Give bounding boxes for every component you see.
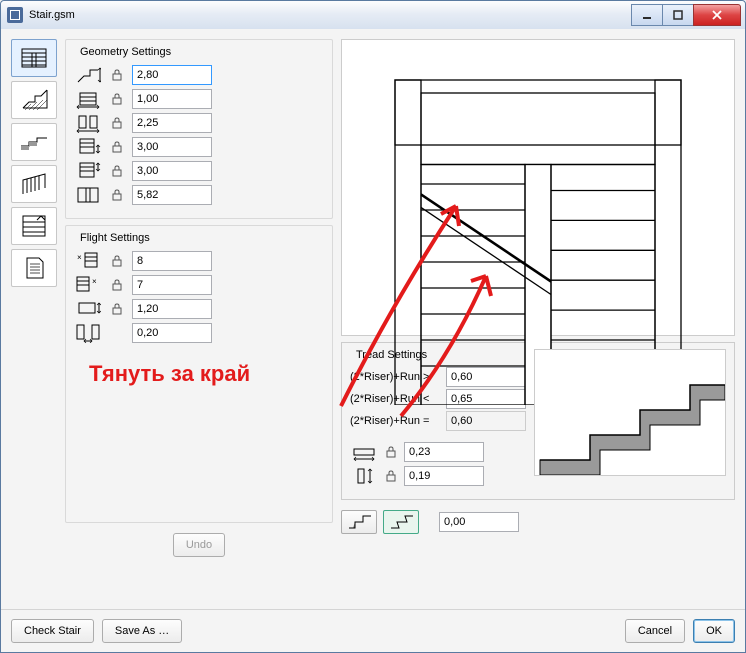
geom-input-4[interactable]: 3,00 bbox=[132, 161, 212, 181]
geom-input-2[interactable]: 2,25 bbox=[132, 113, 212, 133]
cancel-button[interactable]: Cancel bbox=[625, 619, 685, 643]
geom-row-0: 2,80 bbox=[74, 64, 324, 86]
geom-input-3[interactable]: 3,00 bbox=[132, 137, 212, 157]
flight-title: Flight Settings bbox=[76, 232, 154, 244]
nosing-style-b-button[interactable] bbox=[383, 510, 419, 534]
mode-section-button[interactable] bbox=[11, 81, 57, 119]
close-button[interactable] bbox=[693, 4, 741, 26]
titlebar: Stair.gsm bbox=[1, 1, 745, 30]
section-preview[interactable] bbox=[534, 349, 726, 476]
lower-depth-icon bbox=[74, 136, 102, 158]
formula-output-2: 0,60 bbox=[446, 411, 526, 431]
settings-panel: Geometry Settings 2,80 1,00 2,25 bbox=[65, 39, 333, 642]
ok-button[interactable]: OK bbox=[693, 619, 735, 643]
mode-railing-button[interactable] bbox=[11, 165, 57, 203]
app-icon bbox=[7, 7, 23, 23]
flight-input-3[interactable]: 0,20 bbox=[132, 323, 212, 343]
flight-input-2[interactable]: 1,20 bbox=[132, 299, 212, 319]
check-stair-button[interactable]: Check Stair bbox=[11, 619, 94, 643]
landing-depth-icon bbox=[74, 298, 102, 320]
mode-side-button[interactable] bbox=[11, 123, 57, 161]
flight-row-2: 1,20 bbox=[74, 298, 324, 320]
svg-text:×: × bbox=[77, 253, 82, 262]
plan-preview[interactable] bbox=[341, 39, 735, 336]
run-icon bbox=[350, 441, 378, 463]
geometry-group: Geometry Settings 2,80 1,00 2,25 bbox=[65, 39, 333, 219]
gap-icon bbox=[74, 322, 102, 344]
upper-depth-icon bbox=[74, 160, 102, 182]
geom-row-3: 3,00 bbox=[74, 136, 324, 158]
geom-input-5[interactable]: 5,82 bbox=[132, 185, 212, 205]
mode-2d-button[interactable] bbox=[11, 39, 57, 77]
total-depth-icon bbox=[74, 184, 102, 206]
riser-input[interactable]: 0,19 bbox=[404, 466, 484, 486]
flight-row-1: × 7 bbox=[74, 274, 324, 296]
geom-input-1[interactable]: 1,00 bbox=[132, 89, 212, 109]
height-icon bbox=[74, 64, 102, 86]
flight-group: Flight Settings × 8 × 7 1,20 bbox=[65, 225, 333, 523]
lock-icon[interactable] bbox=[384, 445, 398, 459]
mode-nav bbox=[11, 39, 57, 642]
geom-row-1: 1,00 bbox=[74, 88, 324, 110]
geom-row-5: 5,82 bbox=[74, 184, 324, 206]
lock-icon[interactable] bbox=[110, 92, 124, 106]
client-area: Geometry Settings 2,80 1,00 2,25 bbox=[1, 29, 745, 652]
lock-icon[interactable] bbox=[110, 254, 124, 268]
geom-input-0[interactable]: 2,80 bbox=[132, 65, 212, 85]
dialog-window: Stair.gsm bbox=[0, 0, 746, 653]
lock-icon[interactable] bbox=[110, 164, 124, 178]
svg-text:×: × bbox=[92, 277, 97, 286]
lock-icon[interactable] bbox=[110, 278, 124, 292]
overall-width-icon bbox=[74, 112, 102, 134]
lock-icon[interactable] bbox=[384, 469, 398, 483]
window-title: Stair.gsm bbox=[29, 9, 632, 21]
maximize-button[interactable] bbox=[662, 4, 694, 26]
nosing-input[interactable]: 0,00 bbox=[439, 512, 519, 532]
footer: Check Stair Save As … Cancel OK bbox=[1, 609, 745, 652]
preview-panel: Tread Settings (2*Riser)+Run > 0,60 (2*R… bbox=[341, 39, 735, 642]
run-input[interactable]: 0,23 bbox=[404, 442, 484, 462]
width-flight-icon bbox=[74, 88, 102, 110]
flight-input-0[interactable]: 8 bbox=[132, 251, 212, 271]
riser-icon bbox=[350, 465, 378, 487]
save-as-button[interactable]: Save As … bbox=[102, 619, 182, 643]
lock-icon[interactable] bbox=[110, 302, 124, 316]
lock-icon[interactable] bbox=[110, 188, 124, 202]
mode-list-button[interactable] bbox=[11, 207, 57, 245]
lower-steps-icon: × bbox=[74, 250, 102, 272]
geometry-title: Geometry Settings bbox=[76, 46, 175, 58]
lock-icon[interactable] bbox=[110, 140, 124, 154]
nosing-row: 0,00 bbox=[341, 510, 735, 534]
tread-dim-row-0: 0,23 bbox=[350, 441, 526, 463]
flight-row-0: × 8 bbox=[74, 250, 324, 272]
formula-row-2: (2*Riser)+Run = 0,60 bbox=[350, 411, 526, 431]
lock-icon[interactable] bbox=[110, 116, 124, 130]
formula-label-2: (2*Riser)+Run = bbox=[350, 415, 440, 427]
undo-button[interactable]: Undo bbox=[173, 533, 225, 557]
nosing-style-a-button[interactable] bbox=[341, 510, 377, 534]
geom-row-2: 2,25 bbox=[74, 112, 324, 134]
tread-dim-row-1: 0,19 bbox=[350, 465, 526, 487]
flight-row-3: 0,20 bbox=[74, 322, 324, 344]
lock-icon[interactable] bbox=[110, 68, 124, 82]
minimize-button[interactable] bbox=[631, 4, 663, 26]
flight-input-1[interactable]: 7 bbox=[132, 275, 212, 295]
geom-row-4: 3,00 bbox=[74, 160, 324, 182]
upper-steps-icon: × bbox=[74, 274, 102, 296]
mode-doc-button[interactable] bbox=[11, 249, 57, 287]
